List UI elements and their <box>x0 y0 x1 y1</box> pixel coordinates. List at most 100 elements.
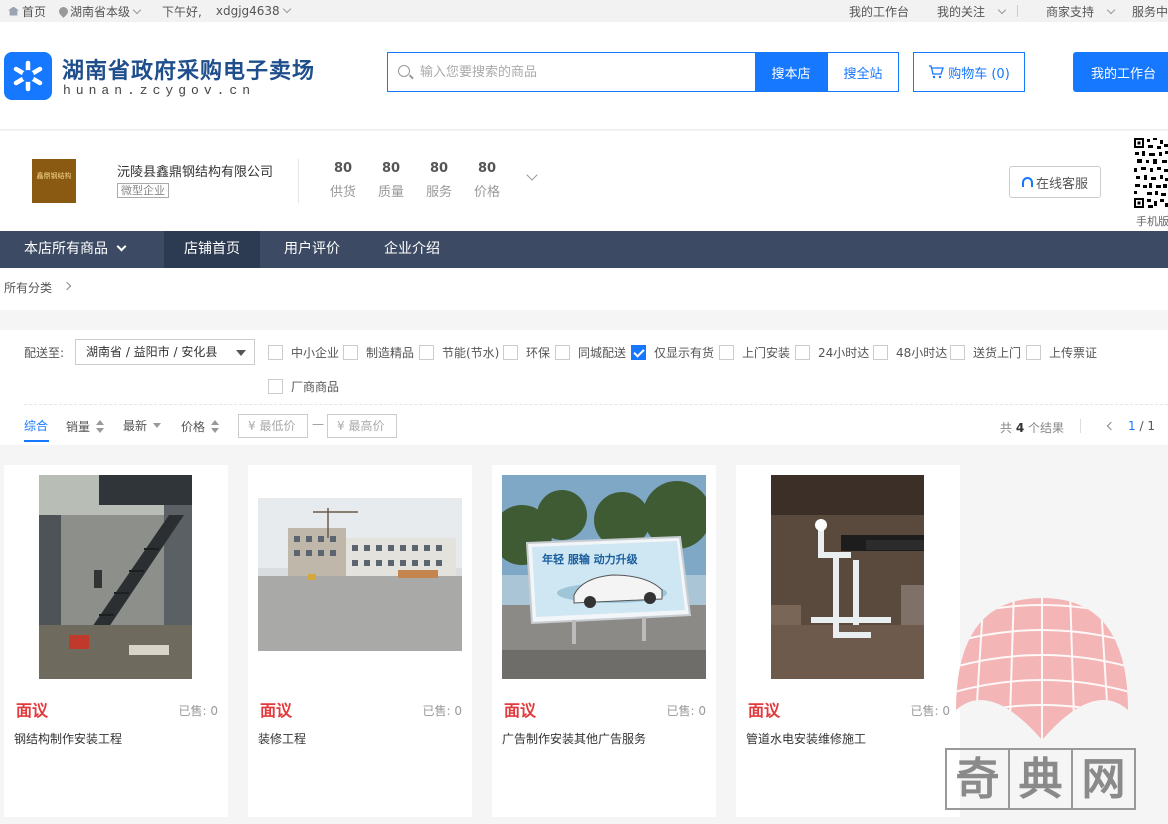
site-domain: hunan.zcygov.cn <box>63 83 256 98</box>
region-selector[interactable]: 湖南省本级 <box>57 3 144 20</box>
result-count: 共 4 个结果 <box>1000 419 1064 436</box>
divider <box>1080 419 1081 433</box>
price-min-input[interactable]: ¥ 最低价 <box>238 414 308 438</box>
qr-label: 手机版 <box>1136 215 1168 228</box>
filter-24h[interactable]: 24小时达 <box>795 343 869 361</box>
filter-onsite-install[interactable]: 上门安装 <box>719 343 790 361</box>
sort-sales[interactable]: 销量 <box>66 417 105 435</box>
site-logo-icon[interactable] <box>4 52 52 100</box>
search-icon <box>398 65 410 77</box>
search-box <box>387 52 756 92</box>
checkbox-label: 节能(节水) <box>442 345 500 360</box>
top-link-follow[interactable]: 我的关注 <box>923 3 1009 20</box>
product-title[interactable]: 广告制作安装其他广告服务 <box>502 730 646 747</box>
product-image[interactable] <box>771 475 924 679</box>
checkbox-label: 厂商商品 <box>291 379 340 394</box>
product-title[interactable]: 装修工程 <box>258 730 306 747</box>
price-max-input[interactable]: ¥ 最高价 <box>327 414 397 438</box>
page-total: / 1 <box>1139 419 1155 433</box>
search-all-button[interactable]: 搜全站 <box>827 52 899 92</box>
nav-reviews[interactable]: 用户评价 <box>284 231 340 268</box>
score-value: 80 <box>429 161 449 176</box>
sort-newest[interactable]: 最新 <box>123 417 162 434</box>
checkbox <box>343 344 358 360</box>
filter-quality-made[interactable]: 制造精品 <box>343 343 414 361</box>
product-price: 面议 <box>16 701 49 720</box>
product-card[interactable]: 面议 已售: 0 管道水电安装维修施工 <box>736 465 960 817</box>
filter-48h[interactable]: 48小时达 <box>873 343 947 361</box>
search-input[interactable] <box>420 61 740 83</box>
sort-active-indicator <box>24 440 49 442</box>
score-price: 80 价格 <box>467 161 507 200</box>
prev-page-icon[interactable] <box>1106 421 1116 431</box>
top-link-merchant[interactable]: 商家支持 <box>1032 3 1118 20</box>
product-card[interactable]: 年轻 服输 动力升级 面议 已售: 0 广告制作安装其他广告服务 <box>492 465 716 817</box>
user-menu[interactable]: xdgjg4638 <box>216 4 294 18</box>
filter-upload-receipt[interactable]: 上传票证 <box>1026 343 1097 361</box>
pagination: 1 / 1 <box>1128 419 1155 433</box>
filter-door-delivery[interactable]: 送货上门 <box>950 343 1021 361</box>
filter-eco[interactable]: 环保 <box>503 343 550 361</box>
filter-energy-saving[interactable]: 节能(节水) <box>419 343 499 361</box>
site-title[interactable]: 湖南省政府采购电子卖场 <box>62 53 315 85</box>
online-service-button[interactable]: 在线客服 <box>1009 166 1101 198</box>
shop-name[interactable]: 沅陵县鑫鼎钢结构有限公司 <box>117 161 273 180</box>
search-store-button[interactable]: 搜本店 <box>755 52 827 92</box>
score-quality: 80 质量 <box>371 161 411 200</box>
ship-to-label: 配送至: <box>24 346 65 360</box>
breadcrumb-all-categories[interactable]: 所有分类 <box>4 279 52 296</box>
score-label: 服务 <box>425 185 452 200</box>
checkbox <box>719 344 734 360</box>
shop-logo[interactable]: 鑫鼎钢结构 <box>32 159 76 203</box>
result-prefix: 共 <box>1000 421 1013 435</box>
score-value: 80 <box>477 161 497 176</box>
qr-code-icon[interactable] <box>1133 137 1168 209</box>
product-title[interactable]: 钢结构制作安装工程 <box>14 730 122 747</box>
ship-to-select[interactable]: 湖南省 / 益阳市 / 安化县 <box>75 339 255 365</box>
filter-same-city[interactable]: 同城配送 <box>555 343 626 361</box>
watermark-char: 典 <box>1008 748 1073 810</box>
score-service: 80 服务 <box>419 161 459 200</box>
score-expand-chevron-icon[interactable] <box>526 169 538 181</box>
product-card[interactable]: 面议 已售: 0 装修工程 <box>248 465 472 817</box>
watermark-char: 奇 <box>945 748 1010 810</box>
nav-all-products[interactable]: 本店所有商品 <box>24 231 127 268</box>
sort-price[interactable]: 价格 <box>181 417 220 435</box>
caret-down-icon <box>153 423 162 428</box>
checkbox <box>268 378 283 394</box>
shop-logo-text: 鑫鼎钢结构 <box>36 172 72 180</box>
product-image[interactable] <box>39 475 192 679</box>
product-image[interactable] <box>258 498 462 651</box>
product-price: 面议 <box>504 701 537 720</box>
filter-in-stock[interactable]: 仅显示有货 <box>631 343 714 361</box>
product-image[interactable]: 年轻 服输 动力升级 <box>502 475 706 679</box>
checkbox-label: 上传票证 <box>1049 345 1098 360</box>
score-value: 80 <box>333 161 353 176</box>
home-link[interactable]: 首页 <box>8 3 46 20</box>
product-title[interactable]: 管道水电安装维修施工 <box>746 730 866 747</box>
nav-company-intro[interactable]: 企业介绍 <box>384 231 440 268</box>
chevron-down-icon <box>997 5 1007 14</box>
cart-button[interactable]: 购物车 (0) <box>913 52 1025 92</box>
score-label: 质量 <box>377 185 404 200</box>
workbench-button[interactable]: 我的工作台 <box>1073 52 1168 92</box>
checkbox <box>419 344 434 360</box>
nav-reviews-label: 用户评价 <box>284 241 340 257</box>
product-card[interactable]: 面议 已售: 0 钢结构制作安装工程 <box>4 465 228 817</box>
cart-label: 购物车 (0) <box>948 66 1010 82</box>
page-current: 1 <box>1128 419 1136 433</box>
top-link-workbench[interactable]: 我的工作台 <box>849 3 909 20</box>
checkbox-label: 环保 <box>526 345 551 360</box>
result-number: 4 <box>1015 421 1025 435</box>
top-link-service[interactable]: 服务中 <box>1132 3 1168 20</box>
location-pin-icon <box>57 4 70 18</box>
divider <box>298 159 299 203</box>
product-price: 面议 <box>260 701 293 720</box>
filter-sme[interactable]: 中小企业 <box>268 343 339 361</box>
sort-default[interactable]: 综合 <box>24 417 48 434</box>
nav-all-products-label: 本店所有商品 <box>24 241 108 257</box>
checkbox <box>950 344 965 360</box>
checkbox-label: 中小企业 <box>291 345 340 360</box>
filter-manufacturer[interactable]: 厂商商品 <box>268 377 339 395</box>
nav-store-home[interactable]: 店铺首页 <box>164 231 260 268</box>
